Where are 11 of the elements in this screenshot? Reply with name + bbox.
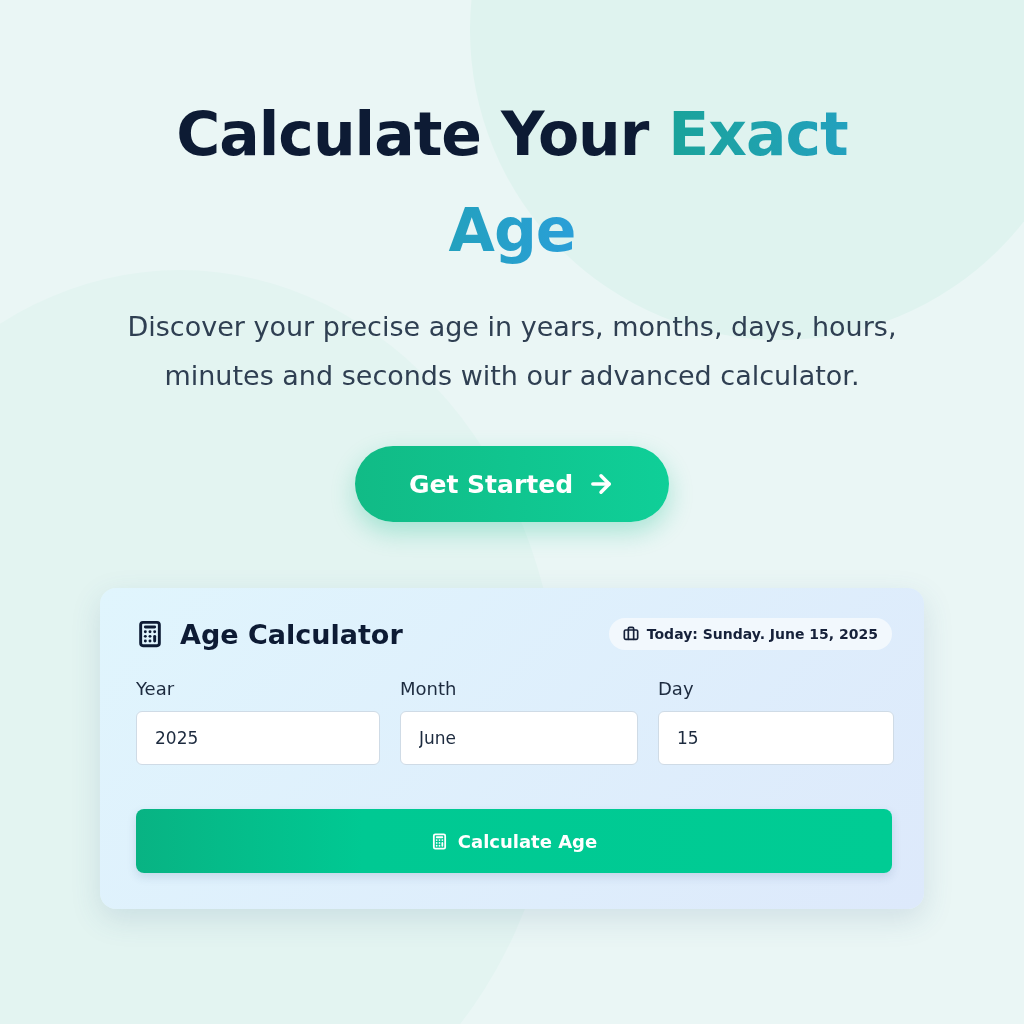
hero-subtitle: Discover your precise age in years, months, days, hours, minutes and seconds with our advanced calculator. xyxy=(126,310,898,393)
field-label: Day xyxy=(658,678,695,699)
field-label: Year xyxy=(136,678,176,699)
briefcase-icon xyxy=(622,626,639,642)
input-field[interactable]: 15 xyxy=(658,711,894,765)
input-field[interactable]: 2025 xyxy=(136,711,380,765)
today-text: Today: Sunday. June 15, 2025 xyxy=(646,626,878,642)
card-title: Age Calculator xyxy=(180,618,403,650)
calculator-icon xyxy=(430,832,448,850)
calculator-icon xyxy=(136,620,164,648)
field-label: Month xyxy=(400,678,458,699)
